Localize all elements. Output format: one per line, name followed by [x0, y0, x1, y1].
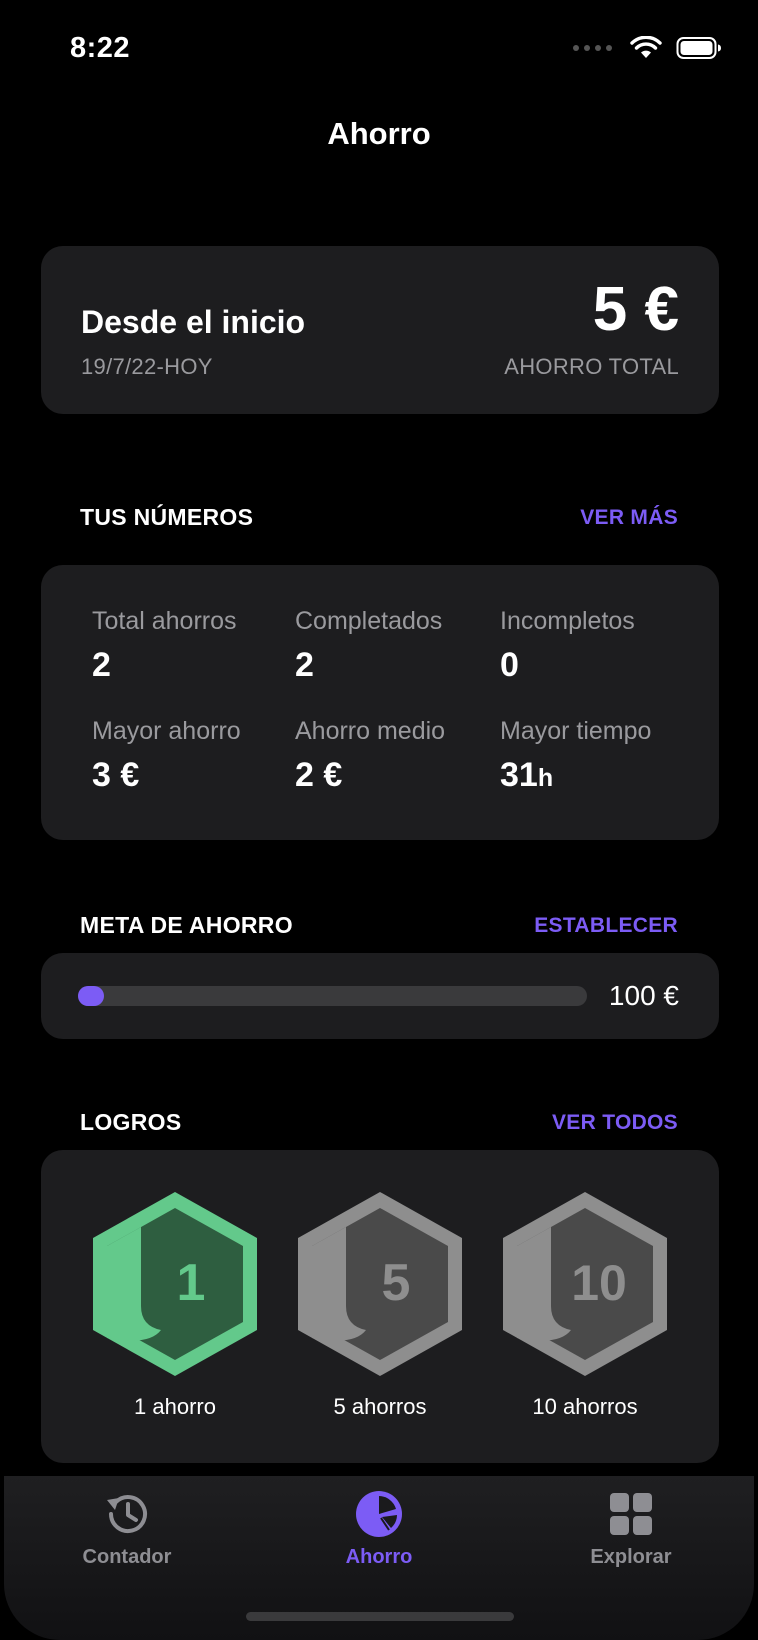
- stat-value: 2: [92, 646, 111, 684]
- wifi-icon: [630, 36, 662, 58]
- savings-summary-card: Desde el inicio 19/7/22-HOY 5 € AHORRO T…: [41, 246, 719, 414]
- grid-icon: [610, 1493, 652, 1535]
- tab-contador[interactable]: Contador: [37, 1488, 217, 1569]
- goal-section-title: META DE AHORRO: [80, 912, 293, 938]
- stat-longest-time: Mayor tiempo 31h: [500, 717, 651, 795]
- stat-value: 3 €: [92, 756, 140, 794]
- achievement-badge-10[interactable]: 10 10 ahorros: [485, 1188, 685, 1420]
- pie-chart-icon: [356, 1491, 402, 1537]
- numbers-section-header: TUS NÚMEROS VER MÁS: [80, 504, 678, 531]
- tab-label: Contador: [82, 1546, 172, 1568]
- tab-label: Explorar: [590, 1546, 672, 1568]
- battery-icon: [676, 37, 721, 59]
- total-savings-caption: AHORRO TOTAL: [504, 354, 679, 379]
- stat-average-saving: Ahorro medio 2 €: [295, 717, 445, 795]
- hexagon-badge-icon: 1: [93, 1192, 257, 1376]
- see-all-link[interactable]: VER TODOS: [552, 1111, 678, 1135]
- goal-progress-bar: [78, 986, 587, 1006]
- goal-section-header: META DE AHORRO ESTABLECER: [80, 912, 678, 939]
- badge-label: 10 ahorros: [532, 1394, 638, 1419]
- stat-total-savings: Total ahorros 2: [92, 607, 237, 685]
- badge-number: 10: [571, 1255, 627, 1311]
- stat-unit: h: [537, 764, 554, 792]
- savings-goal-card[interactable]: 100 €: [41, 953, 719, 1039]
- stat-value: 31h: [500, 756, 554, 794]
- stat-value: 0: [500, 646, 519, 684]
- tab-explorar[interactable]: Explorar: [541, 1488, 721, 1569]
- summary-title: Desde el inicio: [81, 304, 306, 340]
- see-more-link[interactable]: VER MÁS: [580, 506, 678, 530]
- badge-number: 1: [177, 1254, 206, 1312]
- achievements-card: 1 1 ahorro 5 5 ahorros 10 10 ahorros: [41, 1150, 719, 1463]
- achievements-section-title: LOGROS: [80, 1109, 182, 1135]
- stat-largest-saving: Mayor ahorro 3 €: [92, 717, 241, 795]
- home-indicator: [246, 1612, 514, 1621]
- numbers-section-title: TUS NÚMEROS: [80, 504, 254, 530]
- summary-date-range: 19/7/22-HOY: [81, 354, 213, 379]
- achievement-badge-1[interactable]: 1 1 ahorro: [75, 1188, 275, 1420]
- tab-label: Ahorro: [345, 1546, 413, 1568]
- stat-label: Ahorro medio: [295, 717, 446, 745]
- total-savings-amount: 5 €: [592, 275, 679, 344]
- stat-label: Total ahorros: [92, 607, 237, 635]
- stat-value: 2 €: [295, 756, 343, 794]
- badge-number: 5: [382, 1254, 411, 1312]
- hexagon-badge-icon: 5: [298, 1192, 462, 1376]
- tab-ahorro[interactable]: Ahorro: [289, 1488, 469, 1569]
- cellular-signal-icon: [573, 45, 612, 51]
- goal-progress-fill: [78, 986, 104, 1006]
- achievements-section-header: LOGROS VER TODOS: [80, 1109, 678, 1136]
- set-goal-link[interactable]: ESTABLECER: [534, 914, 678, 938]
- stat-label: Incompletos: [500, 607, 635, 635]
- stat-incomplete: Incompletos 0: [500, 607, 635, 685]
- badge-label: 5 ahorros: [333, 1394, 427, 1419]
- stat-completed: Completados 2: [295, 607, 442, 685]
- hexagon-badge-icon: 10: [503, 1192, 667, 1376]
- badge-label: 1 ahorro: [134, 1394, 216, 1419]
- history-clock-icon: [107, 1495, 147, 1534]
- goal-amount: 100 €: [608, 980, 679, 1011]
- status-time: 8:22: [70, 32, 131, 64]
- stat-label: Mayor tiempo: [500, 717, 652, 745]
- stat-label: Completados: [295, 607, 443, 635]
- page-title: Ahorro: [327, 116, 431, 151]
- stat-label: Mayor ahorro: [92, 717, 241, 745]
- status-bar: 8:22: [0, 0, 758, 100]
- status-indicators: [573, 36, 722, 60]
- stat-value: 2: [295, 646, 314, 684]
- achievement-badge-5[interactable]: 5 5 ahorros: [280, 1188, 480, 1420]
- stats-card: Total ahorros 2 Completados 2 Incompleto…: [41, 565, 719, 840]
